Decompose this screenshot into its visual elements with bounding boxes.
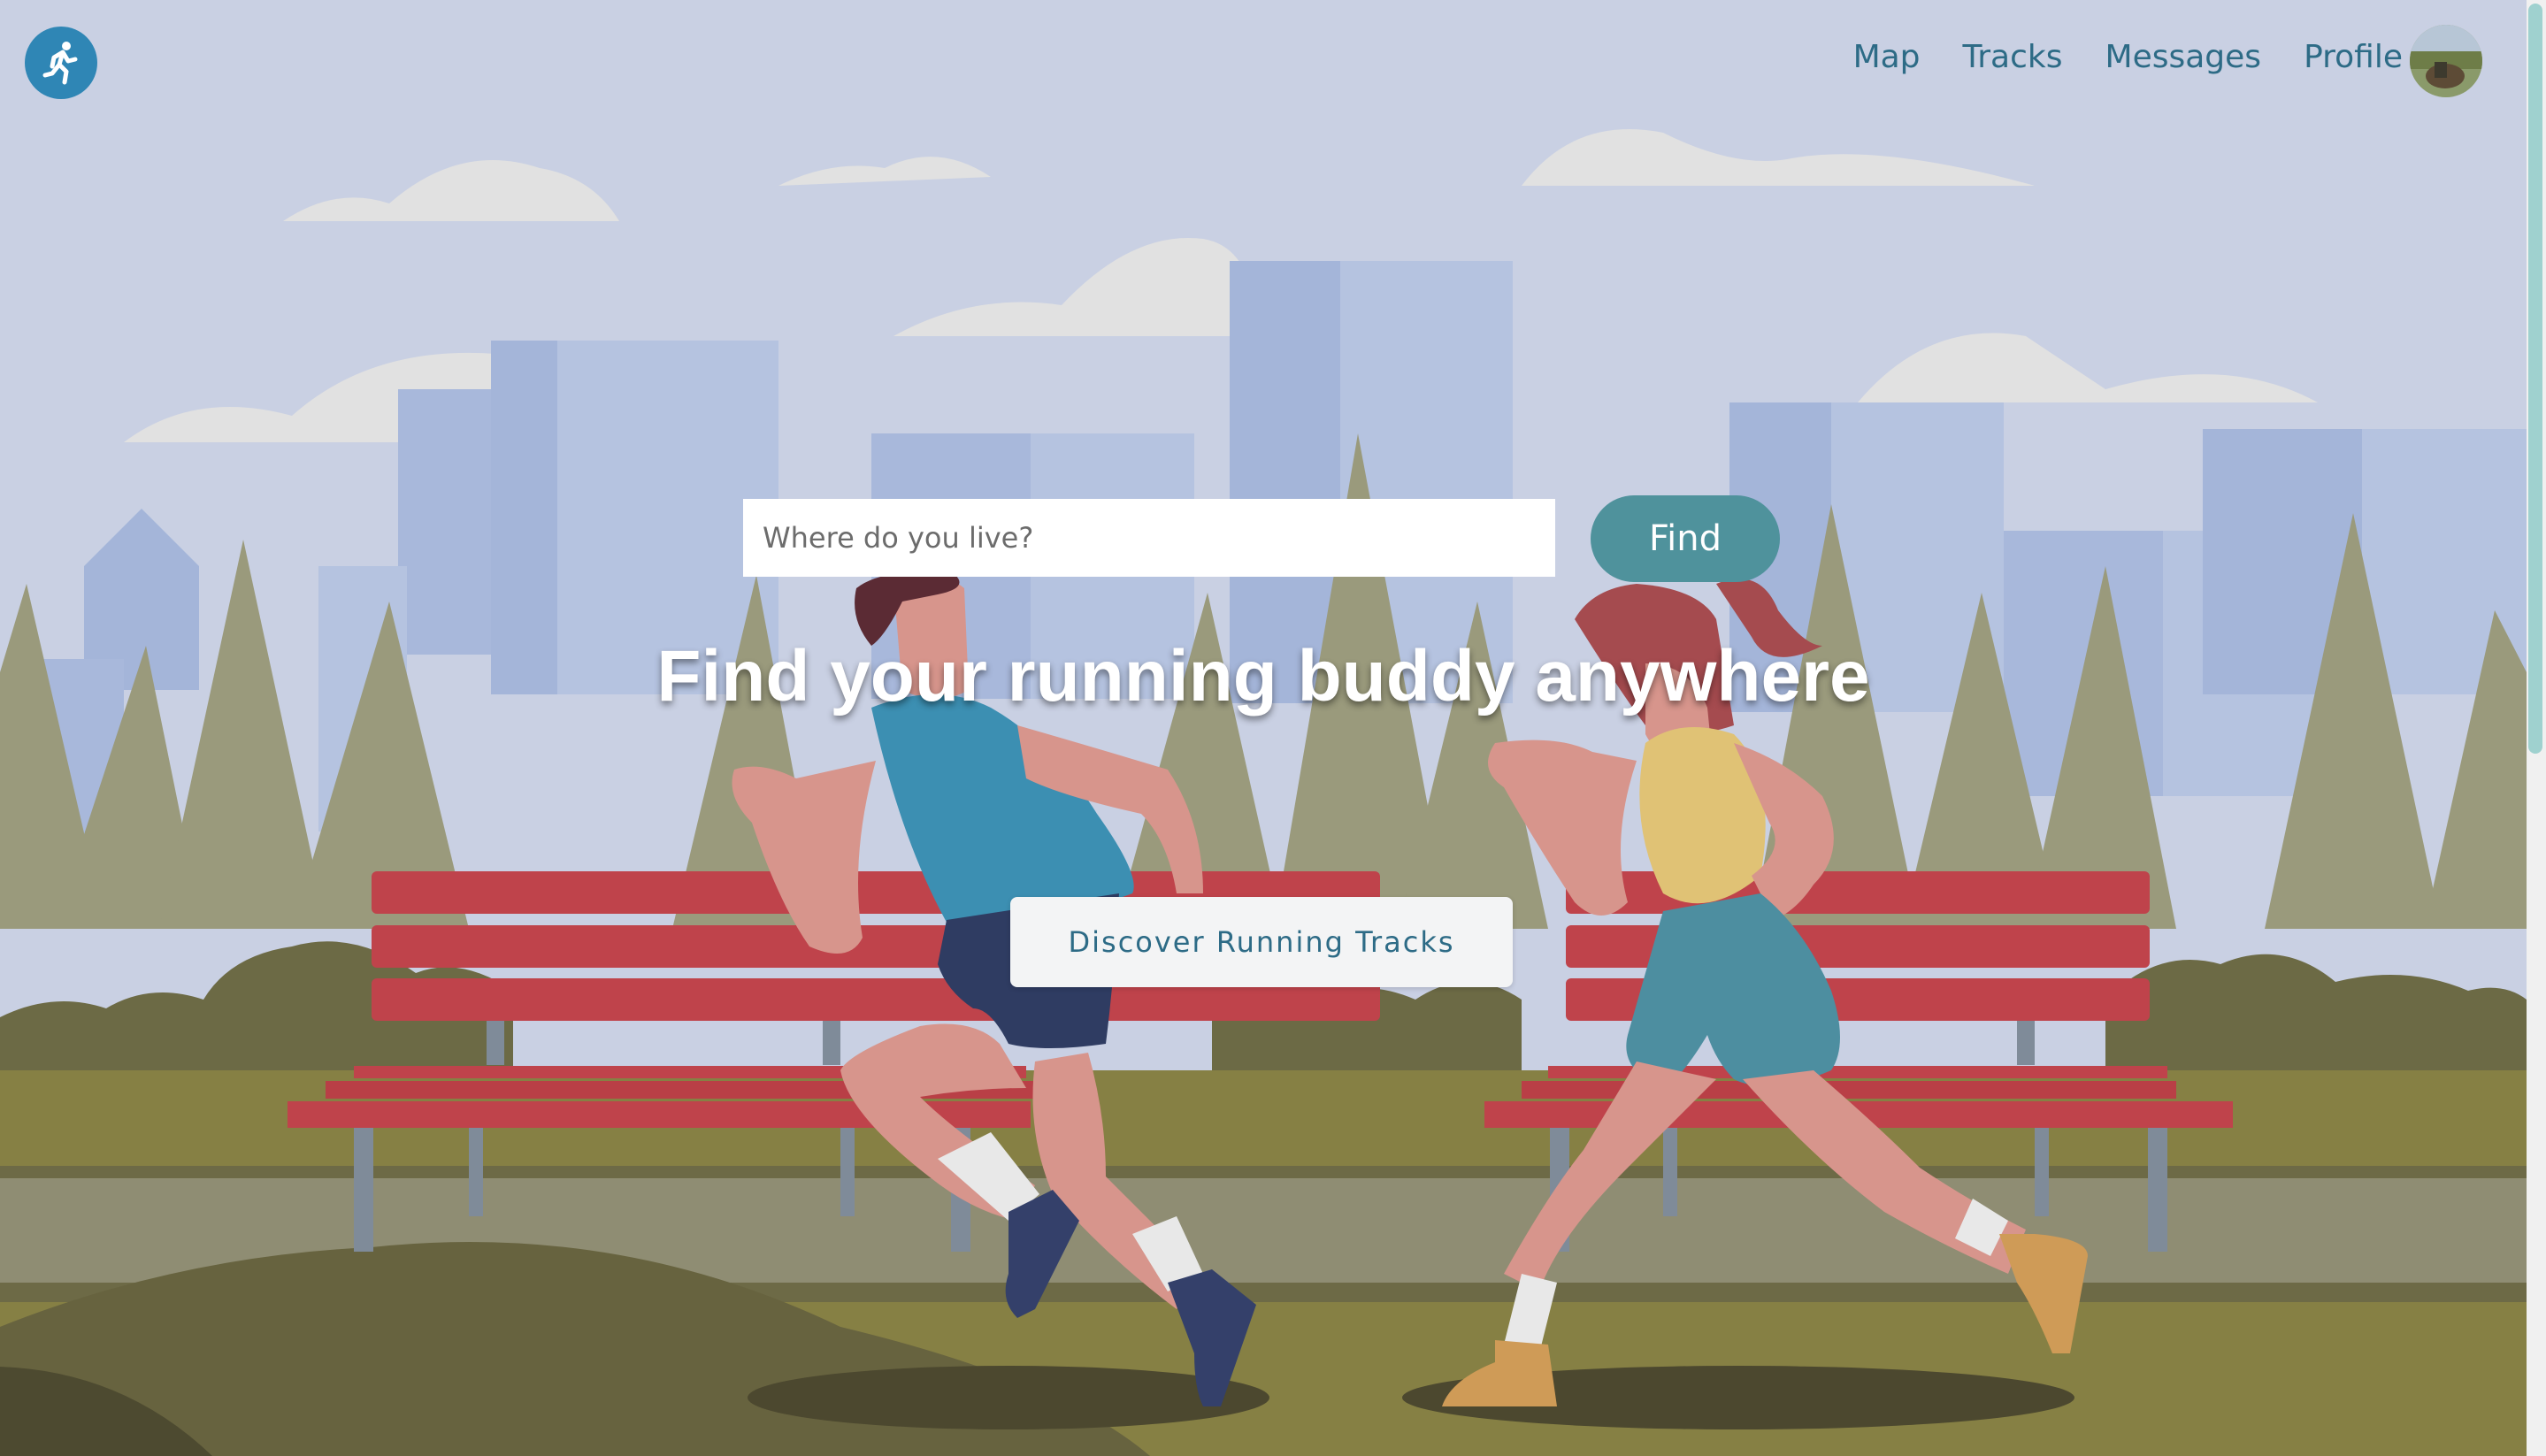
top-navbar: Map Tracks Messages Profile [0, 0, 2527, 124]
find-button[interactable]: Find [1591, 495, 1780, 582]
nav-link-tracks[interactable]: Tracks [1963, 39, 2063, 75]
runner-logo-glyph [42, 42, 78, 85]
hero-headline: Find your running buddy anywhere [656, 636, 1870, 717]
runner-icon[interactable] [25, 27, 97, 99]
discover-tracks-button[interactable]: Discover Running Tracks [1010, 897, 1513, 987]
nav-link-messages[interactable]: Messages [2105, 39, 2262, 75]
nav-link-map[interactable]: Map [1853, 39, 1921, 75]
avatar[interactable] [2410, 25, 2482, 97]
park-illustration [0, 0, 2527, 1456]
main-nav: Map Tracks Messages Profile [1853, 39, 2403, 75]
location-search-input[interactable] [743, 499, 1555, 577]
scrollbar-thumb[interactable] [2528, 4, 2542, 754]
avatar-photo [2410, 25, 2482, 97]
nav-link-profile[interactable]: Profile [2304, 39, 2403, 75]
